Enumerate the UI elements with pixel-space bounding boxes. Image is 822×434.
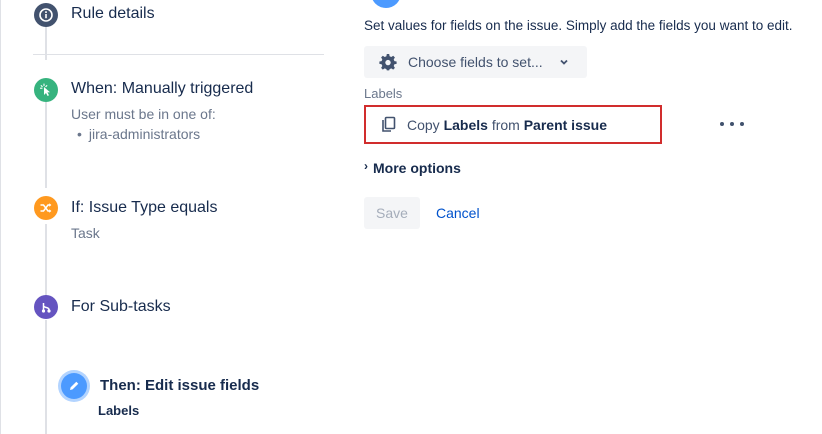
condition-title[interactable]: If: Issue Type equals [71, 199, 217, 217]
action-subtitle: Labels [98, 403, 140, 418]
field-label: Labels [364, 86, 403, 101]
more-options-label: More options [373, 160, 461, 176]
branch-icon[interactable] [34, 295, 58, 319]
choose-fields-label: Choose fields to set... [408, 54, 543, 70]
copy-icon [382, 116, 396, 132]
gear-icon [379, 54, 397, 71]
trigger-title[interactable]: When: Manually triggered [71, 80, 253, 98]
copy-field-value[interactable]: Copy Labels from Parent issue [364, 105, 662, 144]
save-button[interactable]: Save [364, 197, 420, 229]
rail-line [45, 224, 47, 296]
trigger-subtitle: User must be in one of: [71, 106, 216, 122]
chevron-right-icon: › [364, 159, 368, 173]
editor-intro: Set values for fields on the issue. Simp… [364, 18, 793, 33]
action-title[interactable]: Then: Edit issue fields [100, 377, 259, 394]
copy-source: Parent issue [523, 116, 607, 133]
cursor-click-icon[interactable] [34, 78, 58, 102]
rail-line [45, 102, 47, 188]
group-list-item: jira-administrators [77, 126, 200, 142]
copy-middle: from [491, 116, 520, 133]
shuffle-icon[interactable] [34, 196, 58, 220]
divider [33, 54, 324, 55]
step-indicator [371, 0, 401, 8]
chevron-down-icon [560, 59, 568, 65]
copy-field-text: Copy Labels from Parent issue [407, 117, 607, 133]
copy-prefix: Copy [407, 116, 440, 133]
info-icon[interactable] [34, 3, 58, 27]
condition-subtitle: Task [71, 225, 100, 241]
rail-line [45, 320, 47, 434]
more-options-toggle[interactable]: › More options [364, 159, 461, 176]
choose-fields-button[interactable]: Choose fields to set... [364, 46, 587, 78]
branch-title[interactable]: For Sub-tasks [71, 298, 171, 316]
copy-field-name: Labels [443, 116, 488, 133]
cancel-button[interactable]: Cancel [436, 205, 480, 221]
more-actions-icon[interactable] [720, 117, 744, 131]
pencil-icon[interactable] [61, 373, 87, 399]
rule-details-link[interactable]: Rule details [71, 5, 155, 23]
left-border [0, 0, 1, 434]
